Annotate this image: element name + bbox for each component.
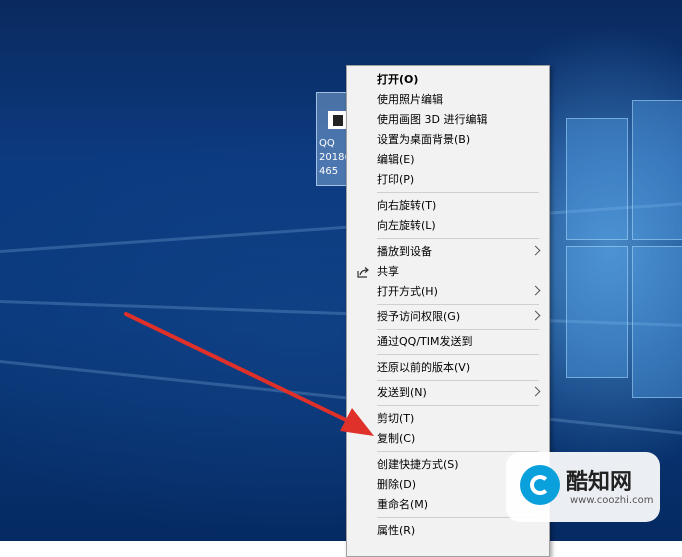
windows-logo-pane [632,100,682,240]
menu-item-label: 使用画图 3D 进行编辑 [377,113,488,126]
watermark-title: 酷知网 [566,469,633,495]
menu-item-label: 属性(R) [377,524,416,537]
menu-item-send-via-qq[interactable]: 通过QQ/TIM发送到 [347,332,549,352]
menu-item-edit-with-paint3d[interactable]: 使用画图 3D 进行编辑 [347,110,549,130]
menu-item-print[interactable]: 打印(P) [347,170,549,190]
menu-item-label: 打开方式(H) [377,285,438,298]
menu-item-properties[interactable]: 属性(R) [347,521,549,541]
watermark: 酷知网 www.coozhi.com [506,452,660,522]
menu-separator [377,238,539,239]
chevron-right-icon [530,285,541,296]
chevron-right-icon [530,310,541,321]
menu-item-edit[interactable]: 编辑(E) [347,150,549,170]
menu-item-label: 发送到(N) [377,386,427,399]
menu-item-rotate-left[interactable]: 向左旋转(L) [347,216,549,236]
chevron-right-icon [530,245,541,256]
watermark-url: www.coozhi.com [570,495,654,506]
menu-item-label: 共享 [377,265,399,278]
menu-item-label: 还原以前的版本(V) [377,361,471,374]
menu-item-label: 打开(O) [377,73,419,86]
menu-separator [377,329,539,330]
menu-item-label: 创建快捷方式(S) [377,458,459,471]
menu-item-edit-with-photos[interactable]: 使用照片编辑 [347,90,549,110]
menu-separator [377,192,539,193]
windows-logo-pane [566,118,628,240]
menu-item-label: 打印(P) [377,173,415,186]
menu-item-copy[interactable]: 复制(C) [347,429,549,449]
menu-separator [377,354,539,355]
windows-logo-pane [632,246,682,398]
menu-item-label: 向左旋转(L) [377,219,436,232]
menu-item-rotate-right[interactable]: 向右旋转(T) [347,196,549,216]
menu-item-label: 向右旋转(T) [377,199,437,212]
menu-item-open[interactable]: 打开(O) [347,70,549,90]
menu-item-label: 编辑(E) [377,153,415,166]
menu-separator [377,304,539,305]
windows-logo-pane [566,246,628,378]
menu-item-send-to[interactable]: 发送到(N) [347,383,549,403]
menu-item-share[interactable]: 共享 [347,262,549,282]
menu-item-label: 删除(D) [377,478,417,491]
menu-item-label: 授予访问权限(G) [377,310,461,323]
menu-item-set-background[interactable]: 设置为桌面背景(B) [347,130,549,150]
menu-separator [377,380,539,381]
menu-item-label: 通过QQ/TIM发送到 [377,335,473,348]
menu-item-restore-versions[interactable]: 还原以前的版本(V) [347,358,549,378]
menu-item-label: 设置为桌面背景(B) [377,133,471,146]
coozhi-logo-icon [520,465,560,505]
chevron-right-icon [530,386,541,397]
menu-item-give-access[interactable]: 授予访问权限(G) [347,307,549,327]
menu-item-cut[interactable]: 剪切(T) [347,409,549,429]
menu-item-cast-to-device[interactable]: 播放到设备 [347,242,549,262]
menu-item-label: 复制(C) [377,432,416,445]
menu-item-label: 剪切(T) [377,412,415,425]
menu-item-open-with[interactable]: 打开方式(H) [347,282,549,302]
menu-separator [377,405,539,406]
menu-item-label: 使用照片编辑 [377,93,443,106]
share-icon [357,267,369,278]
menu-item-label: 重命名(M) [377,498,429,511]
menu-item-label: 播放到设备 [377,245,432,258]
